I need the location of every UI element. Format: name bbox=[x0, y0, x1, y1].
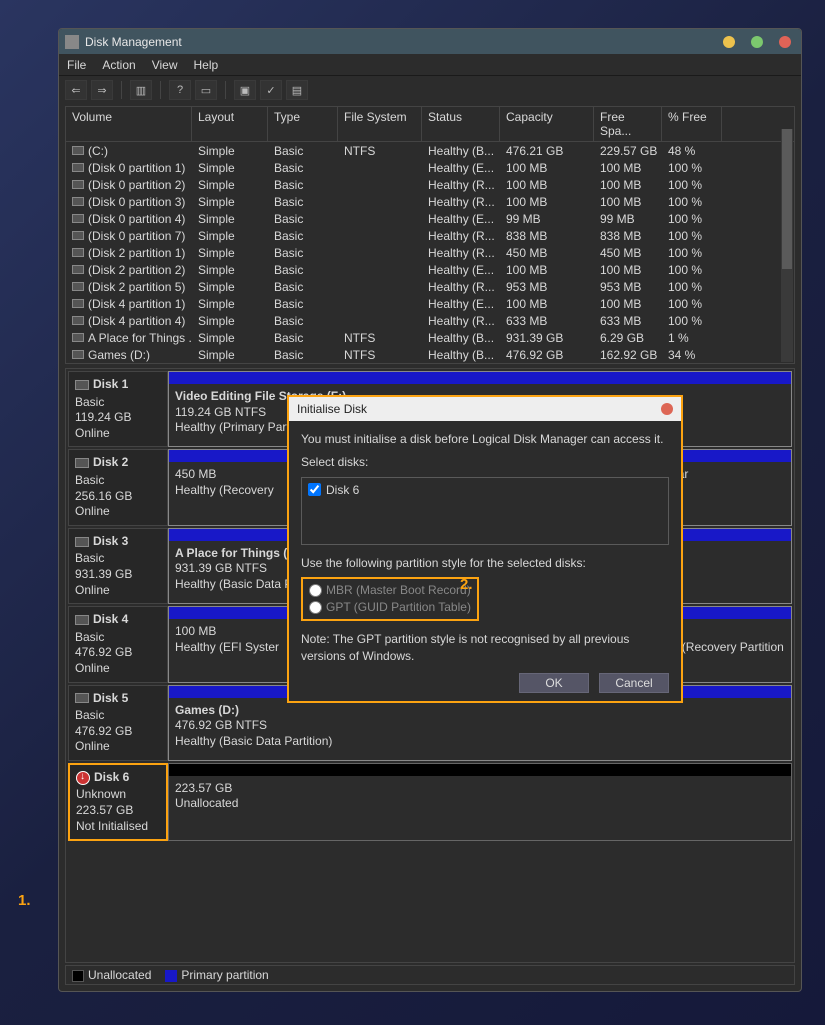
annotation-2: 2. bbox=[460, 576, 473, 593]
volume-icon bbox=[72, 214, 84, 223]
legend: Unallocated Primary partition bbox=[65, 965, 795, 985]
minimize-icon[interactable] bbox=[723, 36, 735, 48]
partition-style-label: Use the following partition style for th… bbox=[301, 555, 669, 572]
disk-header[interactable]: Disk 6 Unknown223.57 GBNot Initialised bbox=[68, 763, 168, 841]
gpt-radio[interactable]: GPT (GUID Partition Table) bbox=[309, 599, 471, 616]
table-row[interactable]: (Disk 0 partition 4) SimpleBasic Healthy… bbox=[66, 210, 794, 227]
legend-primary-swatch bbox=[165, 970, 177, 982]
volume-icon bbox=[72, 333, 84, 342]
toolbar-btn[interactable]: ▥ bbox=[130, 80, 152, 100]
menu-file[interactable]: File bbox=[67, 58, 86, 72]
volume-icon bbox=[72, 282, 84, 291]
close-icon[interactable] bbox=[779, 36, 791, 48]
table-row[interactable]: (C:) SimpleBasicNTFS Healthy (B...476.21… bbox=[66, 142, 794, 159]
col-fs[interactable]: File System bbox=[338, 107, 422, 141]
mbr-radio[interactable]: MBR (Master Boot Record) bbox=[309, 582, 471, 599]
partition-style-group: MBR (Master Boot Record) GPT (GUID Parti… bbox=[301, 577, 479, 621]
legend-unallocated: Unallocated bbox=[88, 968, 151, 982]
app-icon bbox=[65, 35, 79, 49]
disk-header[interactable]: Disk 2 Basic256.16 GBOnline bbox=[68, 449, 168, 525]
disk-icon bbox=[75, 615, 89, 625]
col-capacity[interactable]: Capacity bbox=[500, 107, 594, 141]
table-row[interactable]: A Place for Things ... SimpleBasicNTFS H… bbox=[66, 329, 794, 346]
partition[interactable]: 223.57 GBUnallocated bbox=[168, 763, 792, 841]
toolbar-btn[interactable]: ✓ bbox=[260, 80, 282, 100]
volume-table: Volume Layout Type File System Status Ca… bbox=[65, 106, 795, 364]
volume-icon bbox=[72, 350, 84, 359]
col-pct[interactable]: % Free bbox=[662, 107, 722, 141]
table-row[interactable]: (Disk 2 partition 1) SimpleBasic Healthy… bbox=[66, 244, 794, 261]
dialog-close-icon[interactable] bbox=[661, 403, 673, 415]
col-type[interactable]: Type bbox=[268, 107, 338, 141]
disk-select-list[interactable]: Disk 6 bbox=[301, 477, 669, 545]
disk-row: Disk 6 Unknown223.57 GBNot Initialised22… bbox=[68, 763, 792, 841]
col-status[interactable]: Status bbox=[422, 107, 500, 141]
legend-primary: Primary partition bbox=[181, 968, 268, 982]
volume-icon bbox=[72, 248, 84, 257]
table-row[interactable]: (Disk 4 partition 1) SimpleBasic Healthy… bbox=[66, 295, 794, 312]
ok-button[interactable]: OK bbox=[519, 673, 589, 693]
disk6-checkbox-input[interactable] bbox=[308, 483, 321, 496]
select-disks-label: Select disks: bbox=[301, 454, 669, 471]
menu-view[interactable]: View bbox=[152, 58, 178, 72]
disk-header[interactable]: Disk 1 Basic119.24 GBOnline bbox=[68, 371, 168, 447]
toolbar: ⇐ ⇒ ▥ ? ▭ ▣ ✓ ▤ bbox=[59, 76, 801, 104]
disk-icon bbox=[75, 693, 89, 703]
volume-icon bbox=[72, 197, 84, 206]
legend-unallocated-swatch bbox=[72, 970, 84, 982]
scrollbar[interactable] bbox=[781, 129, 793, 362]
volume-icon bbox=[72, 163, 84, 172]
annotation-1: 1. bbox=[18, 892, 31, 909]
disk-icon bbox=[75, 537, 89, 547]
toolbar-btn[interactable]: ▣ bbox=[234, 80, 256, 100]
dialog-message: You must initialise a disk before Logica… bbox=[301, 431, 669, 448]
disk-icon bbox=[76, 771, 90, 785]
dialog-title: Initialise Disk bbox=[297, 402, 367, 416]
disk-header[interactable]: Disk 4 Basic476.92 GBOnline bbox=[68, 606, 168, 682]
volume-icon bbox=[72, 231, 84, 240]
cancel-button[interactable]: Cancel bbox=[599, 673, 669, 693]
table-row[interactable]: (Disk 2 partition 2) SimpleBasic Healthy… bbox=[66, 261, 794, 278]
table-row[interactable]: (Disk 4 partition 4) SimpleBasic Healthy… bbox=[66, 312, 794, 329]
titlebar[interactable]: Disk Management bbox=[59, 29, 801, 54]
table-row[interactable]: (Disk 0 partition 1) SimpleBasic Healthy… bbox=[66, 159, 794, 176]
col-layout[interactable]: Layout bbox=[192, 107, 268, 141]
volume-icon bbox=[72, 180, 84, 189]
table-row[interactable]: (Disk 2 partition 5) SimpleBasic Healthy… bbox=[66, 278, 794, 295]
volume-icon bbox=[72, 146, 84, 155]
volume-icon bbox=[72, 316, 84, 325]
maximize-icon[interactable] bbox=[751, 36, 763, 48]
window-title: Disk Management bbox=[85, 35, 182, 49]
disk6-checkbox[interactable]: Disk 6 bbox=[308, 482, 662, 499]
disk-header[interactable]: Disk 3 Basic931.39 GBOnline bbox=[68, 528, 168, 604]
toolbar-btn[interactable]: ▭ bbox=[195, 80, 217, 100]
partition[interactable]: 100 MBHealthy (EFI Syster bbox=[168, 606, 292, 682]
gpt-note: Note: The GPT partition style is not rec… bbox=[301, 631, 669, 665]
volume-icon bbox=[72, 299, 84, 308]
table-row[interactable]: (Disk 0 partition 7) SimpleBasic Healthy… bbox=[66, 227, 794, 244]
table-row[interactable]: (Disk 0 partition 2) SimpleBasic Healthy… bbox=[66, 176, 794, 193]
volume-icon bbox=[72, 265, 84, 274]
table-row[interactable]: Games (D:) SimpleBasicNTFS Healthy (B...… bbox=[66, 346, 794, 363]
menu-action[interactable]: Action bbox=[102, 58, 135, 72]
initialise-disk-dialog: Initialise Disk You must initialise a di… bbox=[287, 395, 683, 703]
col-volume[interactable]: Volume bbox=[66, 107, 192, 141]
toolbar-btn[interactable]: ▤ bbox=[286, 80, 308, 100]
menu-help[interactable]: Help bbox=[194, 58, 219, 72]
disk-icon bbox=[75, 458, 89, 468]
forward-button[interactable]: ⇒ bbox=[91, 80, 113, 100]
dialog-titlebar[interactable]: Initialise Disk bbox=[289, 397, 681, 421]
menubar: File Action View Help bbox=[59, 54, 801, 76]
disk-icon bbox=[75, 380, 89, 390]
help-button[interactable]: ? bbox=[169, 80, 191, 100]
table-row[interactable]: (Disk 0 partition 3) SimpleBasic Healthy… bbox=[66, 193, 794, 210]
col-free[interactable]: Free Spa... bbox=[594, 107, 662, 141]
back-button[interactable]: ⇐ bbox=[65, 80, 87, 100]
disk-header[interactable]: Disk 5 Basic476.92 GBOnline bbox=[68, 685, 168, 761]
